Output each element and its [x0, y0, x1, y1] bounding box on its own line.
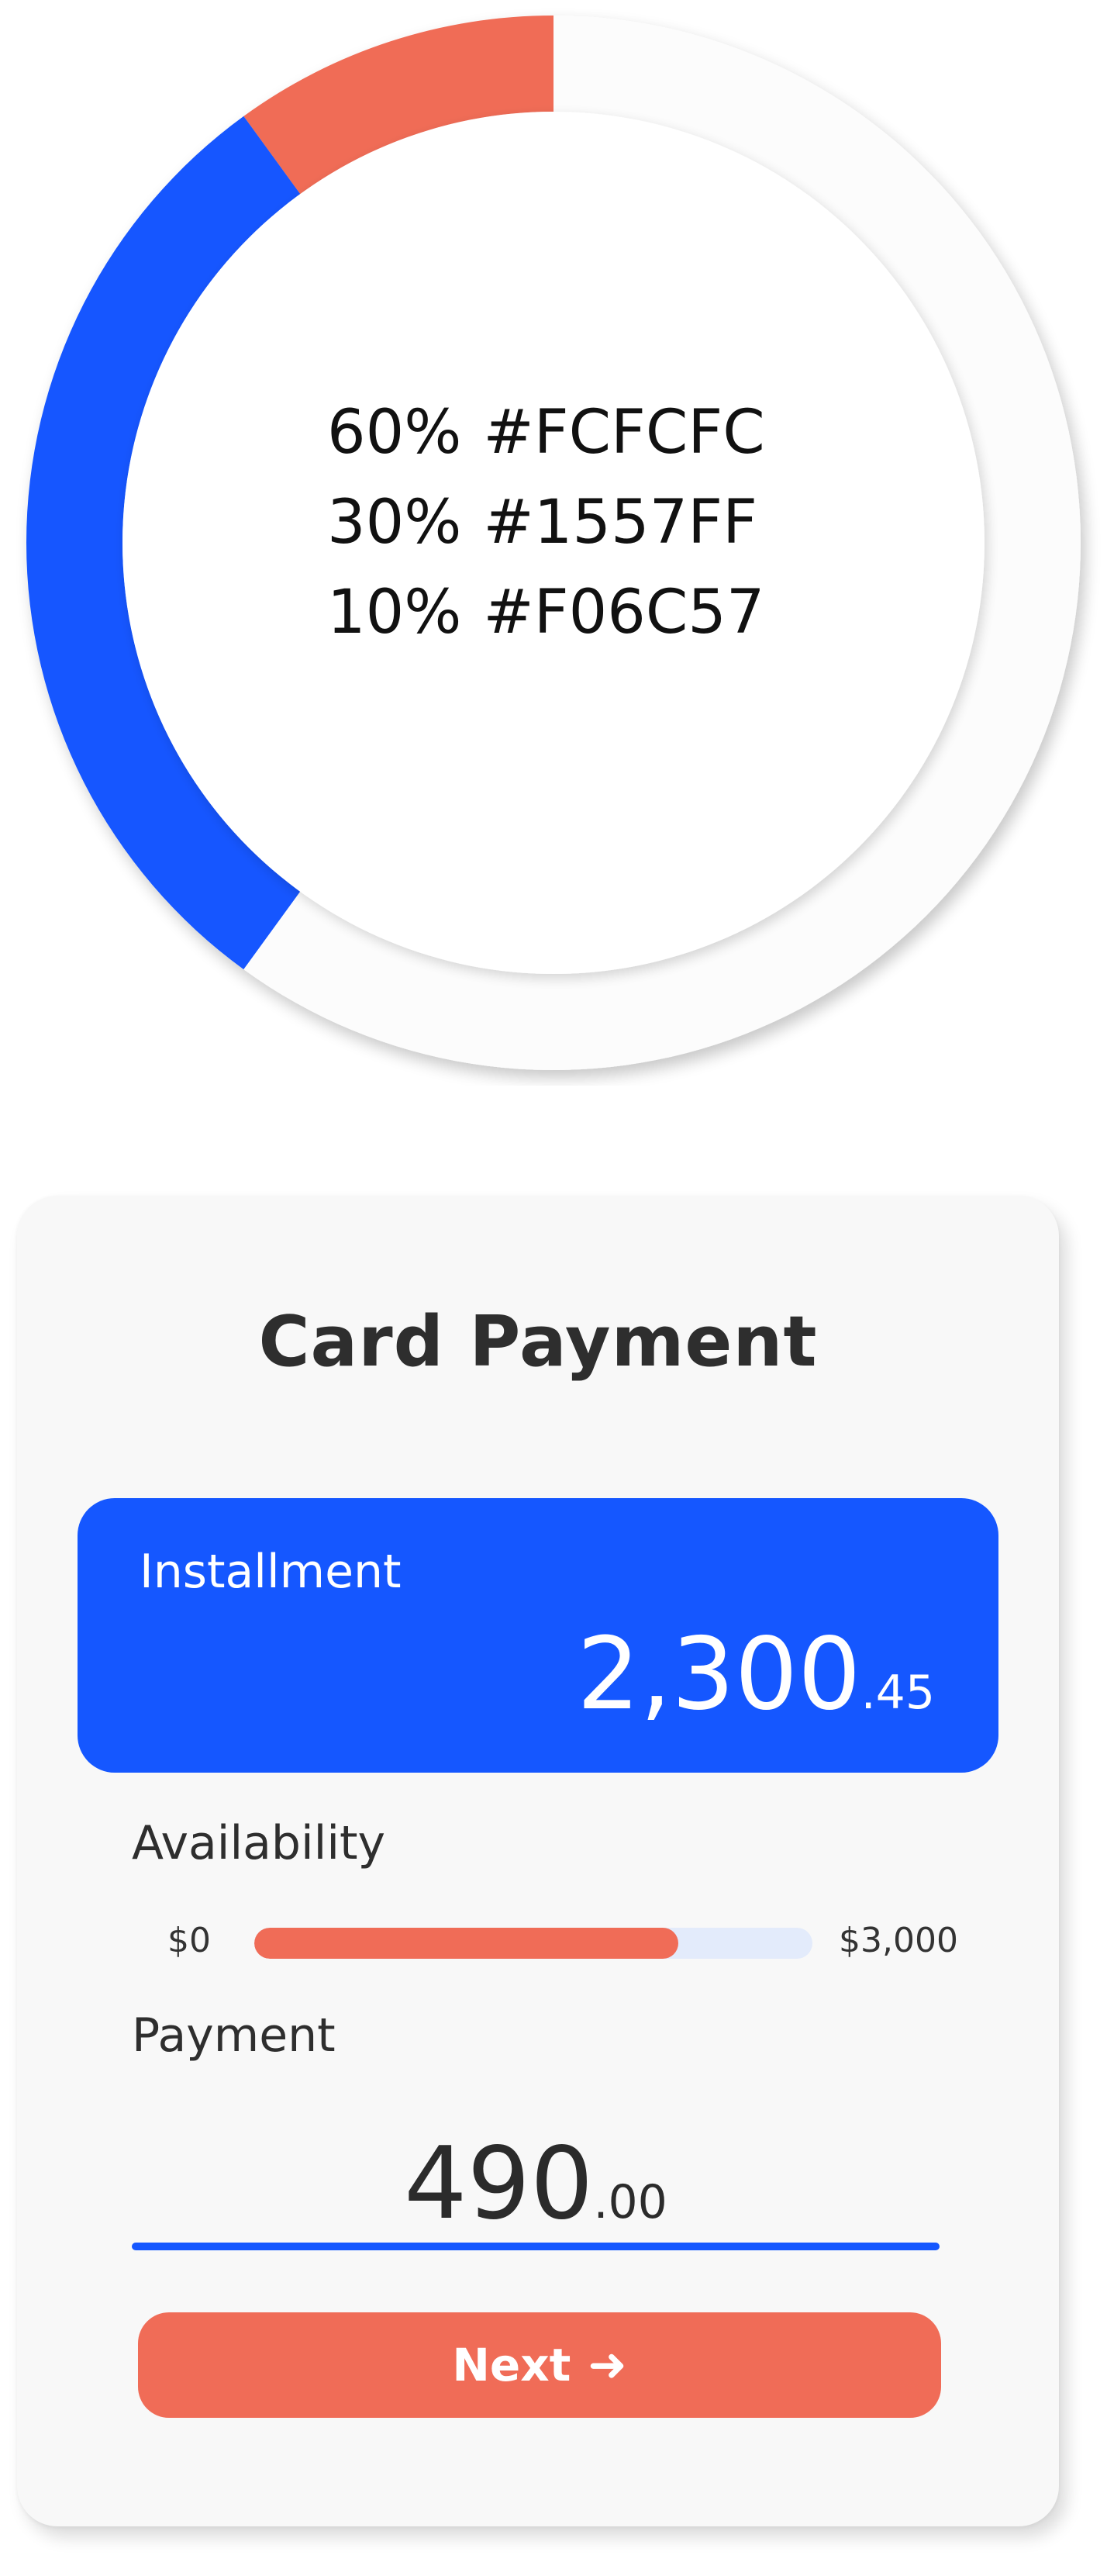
availability-slider[interactable]	[254, 1928, 812, 1959]
payment-amount-input[interactable]: 490.00	[132, 2126, 940, 2260]
legend-color-code: #1557FF	[483, 488, 757, 558]
availability-min-label: $0	[167, 1921, 211, 1960]
legend-percent: 30%	[327, 488, 462, 558]
installment-amount-cents: .45	[860, 1666, 935, 1720]
legend-percent: 10%	[327, 578, 462, 647]
legend-entry: 10% #F06C57	[327, 568, 765, 658]
card-payment-panel: Card Payment Installment 2,300.45 Availa…	[17, 1196, 1059, 2526]
legend-color-code: #F06C57	[483, 578, 765, 647]
payment-label: Payment	[132, 2008, 336, 2063]
availability-slider-fill	[254, 1928, 679, 1959]
installment-amount-whole: 2,300	[577, 1617, 861, 1732]
donut-legend: 60% #FCFCFC 30% #1557FF 10% #F06C57	[327, 388, 765, 658]
color-ratio-donut-chart: 60% #FCFCFC 30% #1557FF 10% #F06C57	[0, 0, 1107, 1086]
arrow-right-icon: ➜	[588, 2338, 627, 2392]
legend-entry: 30% #1557FF	[327, 478, 761, 568]
card-title: Card Payment	[258, 1301, 818, 1383]
availability-max-label: $3,000	[839, 1921, 958, 1960]
installment-label: Installment	[140, 1545, 402, 1599]
availability-label: Availability	[132, 1816, 386, 1870]
legend-color-code: #FCFCFC	[483, 398, 765, 468]
legend-entry: 60% #FCFCFC	[327, 388, 765, 478]
payment-amount-cents: .00	[593, 2175, 667, 2229]
installment-amount: 2,300.45	[577, 1613, 935, 1755]
next-button-label: Next	[452, 2339, 571, 2391]
payment-amount-whole: 490	[404, 2126, 594, 2242]
installment-panel: Installment 2,300.45	[78, 1498, 998, 1773]
payment-input-underline	[132, 2243, 940, 2250]
legend-percent: 60%	[327, 398, 462, 468]
next-button[interactable]: Next ➜	[138, 2312, 941, 2418]
